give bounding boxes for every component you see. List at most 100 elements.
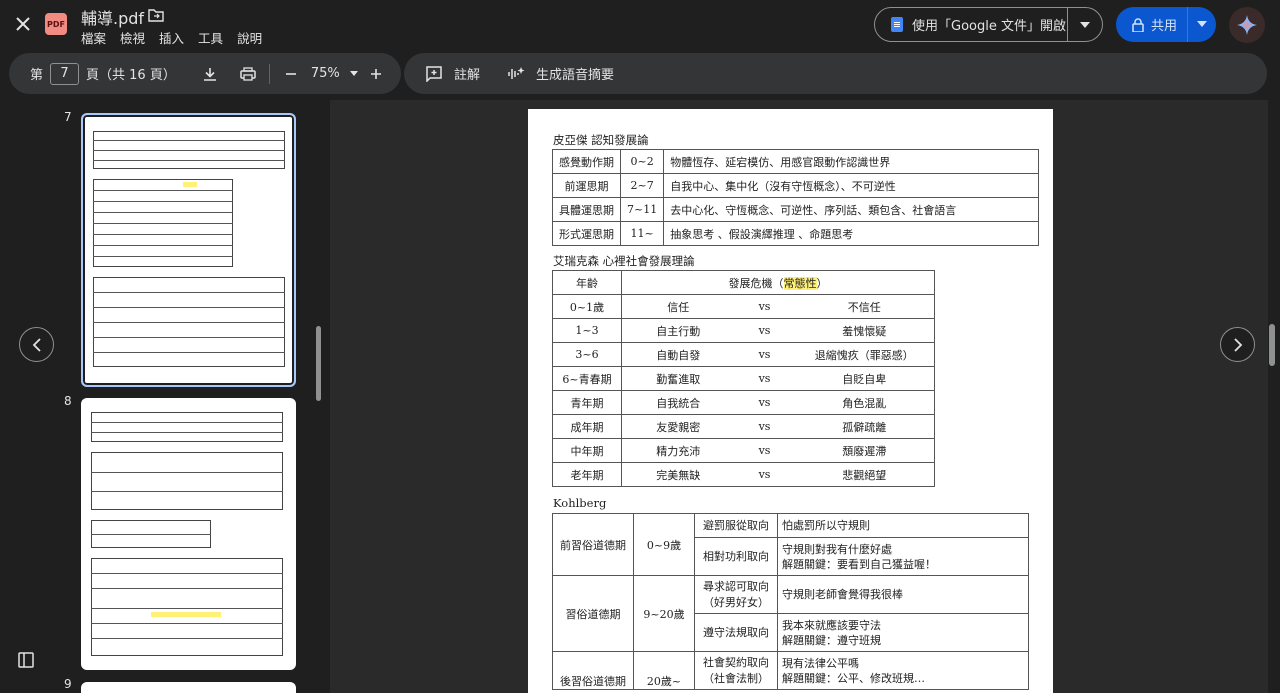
- lock-icon: [1132, 17, 1144, 32]
- thumbnail-page-8[interactable]: [81, 398, 296, 670]
- age-cell: 老年期: [552, 462, 622, 487]
- positive-cell: 自我統合: [621, 390, 735, 415]
- share-button[interactable]: 共用: [1116, 7, 1188, 42]
- thumb-rule: [93, 223, 233, 224]
- document-scrollbar[interactable]: [1269, 324, 1275, 366]
- negative-cell: 角色混亂: [794, 390, 935, 415]
- add-comment-icon: [426, 65, 442, 82]
- table-row: 1~3 自主行動 vs 羞愧懷疑: [552, 318, 935, 343]
- previous-file-button[interactable]: [19, 327, 54, 362]
- positive-cell: 信任: [621, 294, 735, 319]
- age-cell: 2~7: [619, 173, 665, 198]
- move-folder-icon[interactable]: [148, 8, 164, 22]
- menu-file[interactable]: 檔案: [81, 28, 106, 47]
- age-cell: 0~2: [619, 149, 665, 174]
- menu-view[interactable]: 檢視: [120, 28, 145, 47]
- plus-icon: [370, 68, 381, 79]
- zoom-out-button[interactable]: [277, 60, 305, 88]
- orientation-line: 社會契約取向: [703, 655, 769, 669]
- orientation-cell: 相對功利取向: [694, 537, 778, 576]
- menu-insert[interactable]: 插入: [159, 28, 184, 47]
- share-dropdown[interactable]: [1188, 19, 1216, 30]
- thumb-rule: [91, 623, 283, 624]
- zoom-in-button[interactable]: [362, 60, 390, 88]
- print-button[interactable]: [234, 60, 262, 88]
- negative-cell: 悲觀絕望: [794, 462, 935, 487]
- annotate-label: 註解: [454, 68, 481, 83]
- share-group: 共用: [1116, 7, 1216, 42]
- thumb-table: [91, 412, 283, 442]
- annotate-button[interactable]: 註解: [420, 60, 480, 88]
- highlighted-text: 常態性: [783, 276, 817, 290]
- desc-cell: 守規則老師會覺得我很棒: [777, 575, 1029, 614]
- google-docs-icon: [891, 17, 903, 32]
- desc-line: 解題關鍵：遵守班規: [782, 633, 881, 647]
- thumb-rule: [93, 212, 233, 213]
- thumbnail-page-9[interactable]: [81, 682, 296, 693]
- table-row: 前運思期 2~7 自我中心、集中化（沒有守恆概念）、不可逆性: [552, 173, 1040, 198]
- panel-collapse-button[interactable]: [8, 642, 44, 678]
- desc-line: 解題關鍵：公平、修改班規…: [782, 671, 925, 685]
- download-button[interactable]: [196, 60, 224, 88]
- crisis-header-suffix: ）: [816, 276, 828, 290]
- audio-summary-button[interactable]: 生成語音摘要: [502, 60, 614, 88]
- thumb-highlight: [183, 182, 197, 187]
- pdf-file-icon: PDF: [45, 13, 67, 35]
- gemini-button[interactable]: [1229, 7, 1265, 43]
- age-cell: 3~6: [552, 342, 622, 367]
- chevron-right-icon: [1233, 337, 1242, 352]
- negative-cell: 不信任: [794, 294, 935, 319]
- next-file-button[interactable]: [1220, 327, 1255, 362]
- table-row: 老年期 完美無缺 vs 悲觀絕望: [552, 462, 935, 487]
- negative-cell: 羞愧懷疑: [794, 318, 935, 343]
- piaget-table: 感覺動作期 0~2 物體恆存、延宕模仿、用感官跟動作認識世界 前運思期 2~7 …: [552, 149, 1040, 246]
- table-row: 0~1歲 信任 vs 不信任: [552, 294, 935, 319]
- download-icon: [203, 67, 216, 81]
- erikson-title: 艾瑞克森 心裡社會發展理論: [553, 254, 695, 268]
- positive-cell: 完美無缺: [621, 462, 735, 487]
- age-cell: 9~20歲: [633, 575, 695, 652]
- table-row: 習俗道德期 9~20歲 尋求認可取向 （好男好女） 守規則老師會覺得我很棒: [552, 575, 1029, 652]
- orientation-cell: 尋求認可取向 （好男好女）: [694, 575, 778, 614]
- age-cell: 1~3: [552, 318, 622, 343]
- stage-cell: 具體運思期: [552, 197, 621, 222]
- close-button[interactable]: [8, 9, 38, 39]
- table-row: 後習俗道德期 20歲~ 社會契約取向 （社會法制） 現有法律公平嗎 解題關鍵：公平、…: [552, 651, 1029, 690]
- thumb-rule: [91, 472, 283, 473]
- zoom-level[interactable]: 75%: [311, 66, 340, 81]
- page-prefix: 第: [30, 68, 44, 83]
- thumb-rule: [91, 491, 283, 492]
- menu-help[interactable]: 說明: [237, 28, 262, 47]
- print-icon: [240, 66, 256, 81]
- page-number-input[interactable]: [50, 62, 80, 85]
- thumb-rule: [93, 140, 285, 141]
- positive-cell: 自主行動: [621, 318, 735, 343]
- open-with-dropdown[interactable]: [1068, 21, 1102, 28]
- open-with-google-docs-button[interactable]: 使用「Google 文件」開啟: [875, 8, 1069, 41]
- orientation-cell: 社會契約取向 （社會法制）: [694, 651, 778, 690]
- gemini-sparkle-icon: [1237, 15, 1257, 35]
- orientation-line: （好男好女）: [703, 595, 769, 609]
- thumb-rule: [93, 352, 285, 353]
- menu-tools[interactable]: 工具: [198, 28, 223, 47]
- annotate-icon-wrap: [420, 60, 448, 88]
- page-toolbar: 第 頁（共 16 頁） 75%: [9, 53, 401, 94]
- desc-cell: 物體恆存、延宕模仿、用感官跟動作認識世界: [663, 149, 1040, 174]
- positive-cell: 自動自發: [621, 342, 735, 367]
- table-header-row: 年齡 發展危機（常態性）: [552, 270, 935, 295]
- negative-cell: 自貶自卑: [794, 366, 935, 391]
- thumb-rule: [93, 322, 285, 323]
- age-cell: 成年期: [552, 414, 622, 439]
- thumbnail-scrollbar[interactable]: [316, 326, 321, 401]
- thumbnail-page-7[interactable]: [81, 113, 296, 387]
- table-row: 前習俗道德期 0~9歲 避罰服從取向 怕處罰所以守規則: [552, 513, 1029, 576]
- table-row: 中年期 精力充沛 vs 頹廢遲滯: [552, 438, 935, 463]
- orientation-cell: 遵守法規取向: [694, 613, 778, 652]
- zoom-dropdown[interactable]: [346, 60, 362, 88]
- desc-line: 守規則對我有什麼好處: [782, 542, 892, 556]
- file-title[interactable]: 輔導.pdf: [81, 5, 144, 29]
- caret-down-icon: [1080, 21, 1091, 28]
- stage-cell: 後習俗道德期: [552, 651, 634, 690]
- orientation-cell: 避罰服從取向: [694, 513, 778, 538]
- table-row: 感覺動作期 0~2 物體恆存、延宕模仿、用感官跟動作認識世界: [552, 149, 1040, 174]
